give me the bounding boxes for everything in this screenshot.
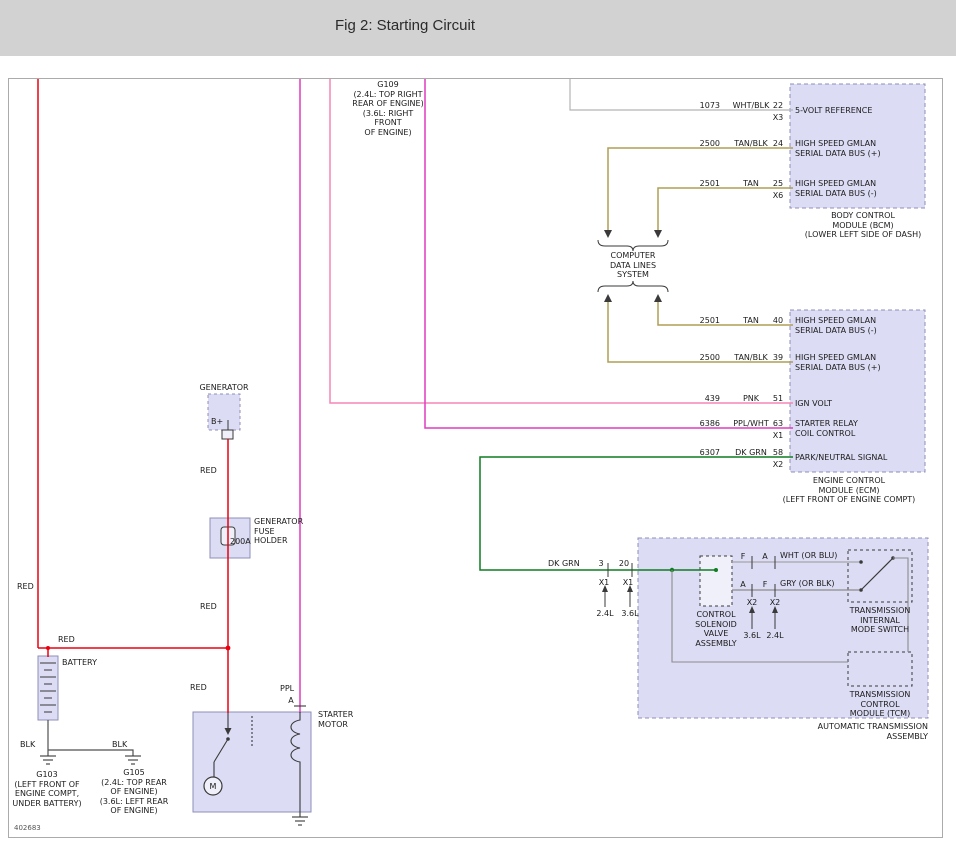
pin-description: PARK/NEUTRAL SIGNAL: [795, 453, 923, 463]
pin-number: 63: [768, 419, 788, 429]
connector-id: X6: [768, 191, 788, 201]
generator-label: GENERATOR: [196, 383, 252, 393]
connector-id: X2: [766, 598, 784, 608]
pin-letter: F: [736, 552, 750, 562]
circuit-number: 2500: [688, 353, 720, 363]
terminal-a-label: A: [286, 696, 296, 706]
engine-variant-label: 2.4L: [592, 609, 618, 619]
wire-color-label: RED: [17, 582, 34, 592]
pin-number: 39: [768, 353, 788, 363]
ground-symbol-starter: [292, 817, 308, 825]
g103-ground-note: G103 (LEFT FRONT OF ENGINE COMPT, UNDER …: [8, 770, 86, 808]
generator-bplus-terminal: [222, 430, 233, 439]
g109-ground-note: G109 (2.4L: TOP RIGHT REAR OF ENGINE) (3…: [346, 80, 430, 137]
tan-wire-bcm-plus: [608, 148, 793, 230]
circuit-number: 439: [688, 394, 720, 404]
connector-id: X3: [768, 113, 788, 123]
battery-box: [38, 656, 58, 720]
wire-color-label: PPL: [280, 684, 294, 694]
blk-ground-wires: [48, 720, 133, 756]
pin-number: 51: [768, 394, 788, 404]
tcm-caption: TRANSMISSION CONTROL MODULE (TCM): [843, 690, 917, 719]
g105-ground-note: G105 (2.4L: TOP REAR OF ENGINE) (3.6L: L…: [95, 768, 173, 816]
circuit-number: 2500: [688, 139, 720, 149]
ecm-caption: ENGINE CONTROL MODULE (ECM) (LEFT FRONT …: [770, 476, 928, 505]
wire-color-label: RED: [200, 466, 217, 476]
wire-color-label: RED: [58, 635, 75, 645]
connector-id: X1: [594, 578, 614, 588]
starter-motor-box: [193, 712, 311, 812]
fuse-rating: 200A: [230, 537, 251, 547]
contact-dot: [226, 737, 230, 741]
connector-id: X2: [768, 460, 788, 470]
switch-contact-dot: [859, 560, 863, 564]
pin-description: HIGH SPEED GMLAN SERIAL DATA BUS (-): [795, 179, 923, 198]
arrow-down-icon: [654, 230, 662, 238]
dkgrn-terminal-dot: [714, 568, 718, 572]
wire-color-label: BLK: [112, 740, 127, 750]
red-junction-dot-battery: [46, 646, 50, 650]
pin-number: 24: [768, 139, 788, 149]
wire-color-label: GRY (OR BLK): [780, 579, 835, 589]
pin-letter: A: [758, 552, 772, 562]
engine-variant-label: 2.4L: [762, 631, 788, 641]
circuit-number: 2501: [688, 316, 720, 326]
wiring-diagram-page: Fig 2: Starting Circuit: [0, 0, 956, 850]
circuit-number: 6307: [688, 448, 720, 458]
pin-number: 22: [768, 101, 788, 111]
wire-color-label: BLK: [20, 740, 35, 750]
battery-label: BATTERY: [62, 658, 97, 668]
red-junction-dot: [226, 646, 231, 651]
wire-color-label: DK GRN: [548, 559, 580, 569]
wire-color-label: RED: [200, 602, 217, 612]
pin-description: IGN VOLT: [795, 399, 923, 409]
connector-id: X1: [768, 431, 788, 441]
brace-icon: [598, 281, 668, 292]
arrow-up-icon: [654, 294, 662, 302]
computer-data-lines-label: COMPUTER DATA LINES SYSTEM: [598, 251, 668, 280]
pin-letter: A: [736, 580, 750, 590]
pin-number: 25: [768, 179, 788, 189]
pin-number: 58: [768, 448, 788, 458]
engine-variant-arrows-x1: [605, 592, 630, 607]
circuit-number: 1073: [688, 101, 720, 111]
pin-description: HIGH SPEED GMLAN SERIAL DATA BUS (-): [795, 316, 923, 335]
pin-number: 40: [768, 316, 788, 326]
connector-id: X1: [618, 578, 638, 588]
ground-symbol-g105: [125, 756, 141, 764]
control-solenoid-caption: CONTROL SOLENOID VALVE ASSEMBLY: [684, 610, 748, 648]
connector-id: X2: [743, 598, 761, 608]
wire-color-label: RED: [190, 683, 207, 693]
circuit-number: 6386: [688, 419, 720, 429]
starter-motor-label: STARTER MOTOR: [318, 710, 353, 729]
arrow-down-icon: [604, 230, 612, 238]
pin-description: HIGH SPEED GMLAN SERIAL DATA BUS (+): [795, 139, 923, 158]
bcm-caption: BODY CONTROL MODULE (BCM) (LOWER LEFT SI…: [798, 211, 928, 240]
pin-number: 20: [616, 559, 632, 569]
fuse-holder-label: GENERATOR FUSE HOLDER: [254, 517, 303, 546]
wire-color-label: WHT (OR BLU): [780, 551, 837, 561]
figure-number: 402683: [14, 824, 41, 834]
motor-m-label: M: [207, 782, 219, 792]
circuit-number: 2501: [688, 179, 720, 189]
bplus-terminal-label: B+: [211, 417, 223, 427]
mode-switch-caption: TRANSMISSION INTERNAL MODE SWITCH: [843, 606, 917, 635]
arrow-up-icon: [604, 294, 612, 302]
ground-symbol-g103: [40, 756, 56, 764]
pin-description: STARTER RELAY COIL CONTROL: [795, 419, 923, 438]
brace-icon: [598, 240, 668, 251]
control-solenoid-box: [700, 556, 732, 606]
pin-description: HIGH SPEED GMLAN SERIAL DATA BUS (+): [795, 353, 923, 372]
pin-letter: F: [758, 580, 772, 590]
engine-variant-label: 3.6L: [617, 609, 643, 619]
pin-description: 5-VOLT REFERENCE: [795, 106, 923, 116]
blk-wire-g105: [48, 750, 133, 756]
red-wires: [38, 79, 228, 713]
transmission-assembly-caption: AUTOMATIC TRANSMISSION ASSEMBLY: [758, 722, 928, 741]
pin-number: 3: [593, 559, 609, 569]
